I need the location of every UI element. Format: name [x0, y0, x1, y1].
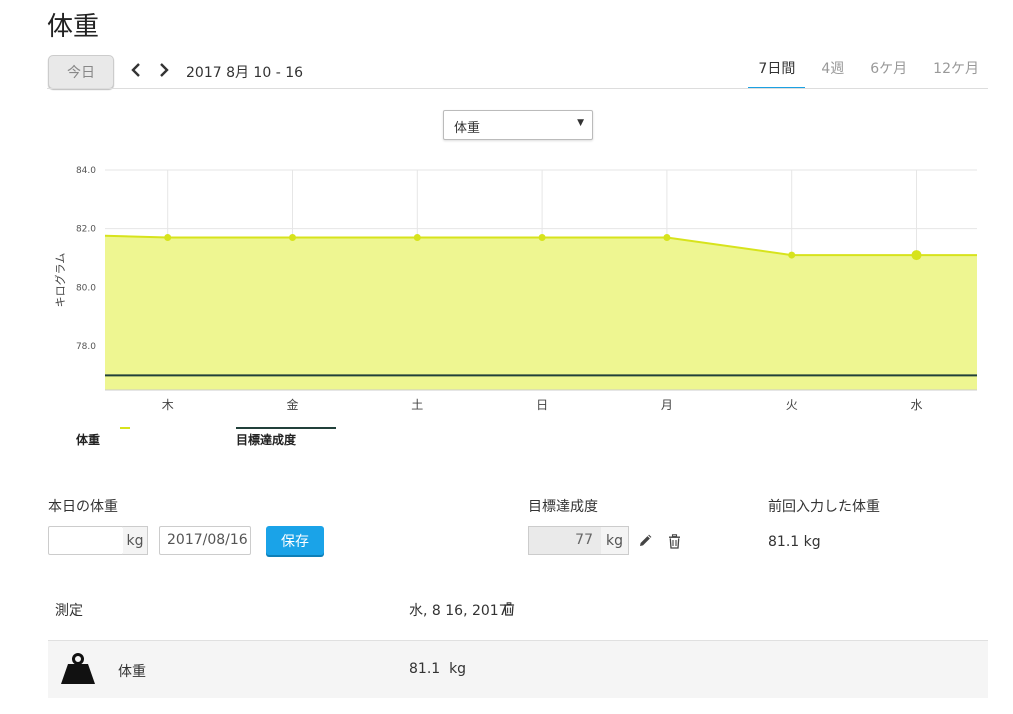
- trash-icon[interactable]: [501, 600, 517, 618]
- weight-point: [911, 250, 922, 261]
- today-button[interactable]: 今日: [48, 55, 114, 89]
- legend-weight[interactable]: 体重: [76, 431, 100, 448]
- x-tick-label: 日: [536, 398, 548, 412]
- trash-icon[interactable]: [666, 532, 682, 550]
- y-tick-label: 80.0: [76, 283, 96, 293]
- metric-select-value: 体重: [454, 121, 481, 136]
- weight-icon: [60, 653, 96, 689]
- log-row-label: 体重: [118, 664, 146, 680]
- weight-point: [538, 233, 546, 241]
- legend-swatch-goal: [236, 427, 336, 429]
- tab-6-months[interactable]: 6ケ月: [860, 58, 917, 89]
- y-axis-label: キログラム: [53, 253, 67, 308]
- chevron-left-icon[interactable]: [128, 60, 144, 80]
- weight-chart: 84.0 82.0 80.0 78.0 木 金 土 日 月 火 水 キログラム: [53, 166, 977, 412]
- y-tick-label: 82.0: [76, 225, 96, 235]
- tab-4-weeks[interactable]: 4週: [811, 58, 854, 89]
- legend-goal[interactable]: 目標達成度: [236, 431, 296, 448]
- legend-swatch-weight: [120, 427, 130, 429]
- x-tick-label: 水: [910, 398, 922, 412]
- today-weight-label: 本日の体重: [48, 499, 118, 515]
- goal-label: 目標達成度: [528, 499, 598, 515]
- pencil-icon[interactable]: [637, 532, 653, 550]
- measurement-date: 水, 8 16, 2017: [409, 603, 508, 619]
- range-tabs: 7日間 4週 6ケ月 12ケ月: [742, 58, 989, 89]
- weight-point: [289, 233, 296, 241]
- goal-unit: kg: [601, 526, 629, 555]
- weight-input[interactable]: [48, 526, 124, 555]
- x-tick-label: 木: [162, 398, 174, 412]
- weight-point: [413, 233, 421, 241]
- last-weight-label: 前回入力した体重: [768, 499, 880, 515]
- page-title: 体重: [47, 12, 100, 42]
- chevron-right-icon[interactable]: [156, 60, 172, 80]
- tab-7-days[interactable]: 7日間: [748, 58, 806, 89]
- tab-12-months[interactable]: 12ケ月: [923, 58, 989, 89]
- goal-value: 77: [528, 526, 602, 555]
- save-button[interactable]: 保存: [266, 526, 324, 555]
- table-row: 体重 81.1 kg: [48, 640, 988, 698]
- x-tick-label: 土: [411, 398, 423, 412]
- weight-point: [663, 233, 671, 241]
- y-tick-label: 78.0: [76, 342, 96, 352]
- weight-point: [164, 233, 172, 241]
- date-range: 2017 8月 10 - 16: [186, 65, 304, 81]
- chevron-down-icon: ▼: [577, 118, 584, 128]
- log-row-value: 81.1 kg: [409, 661, 467, 677]
- weight-point: [788, 251, 796, 259]
- x-tick-label: 金: [286, 397, 298, 412]
- date-input[interactable]: 2017/08/16: [159, 526, 251, 555]
- y-tick-label: 84.0: [76, 166, 96, 176]
- measurement-header: 測定: [55, 603, 83, 619]
- last-weight-value: 81.1 kg: [768, 534, 821, 550]
- x-tick-label: 火: [786, 398, 798, 412]
- weight-unit: kg: [123, 526, 148, 555]
- weight-area: [105, 235, 977, 390]
- metric-select[interactable]: 体重 ▼: [443, 110, 593, 140]
- x-tick-label: 月: [661, 398, 673, 412]
- toolbar-divider: [47, 88, 988, 89]
